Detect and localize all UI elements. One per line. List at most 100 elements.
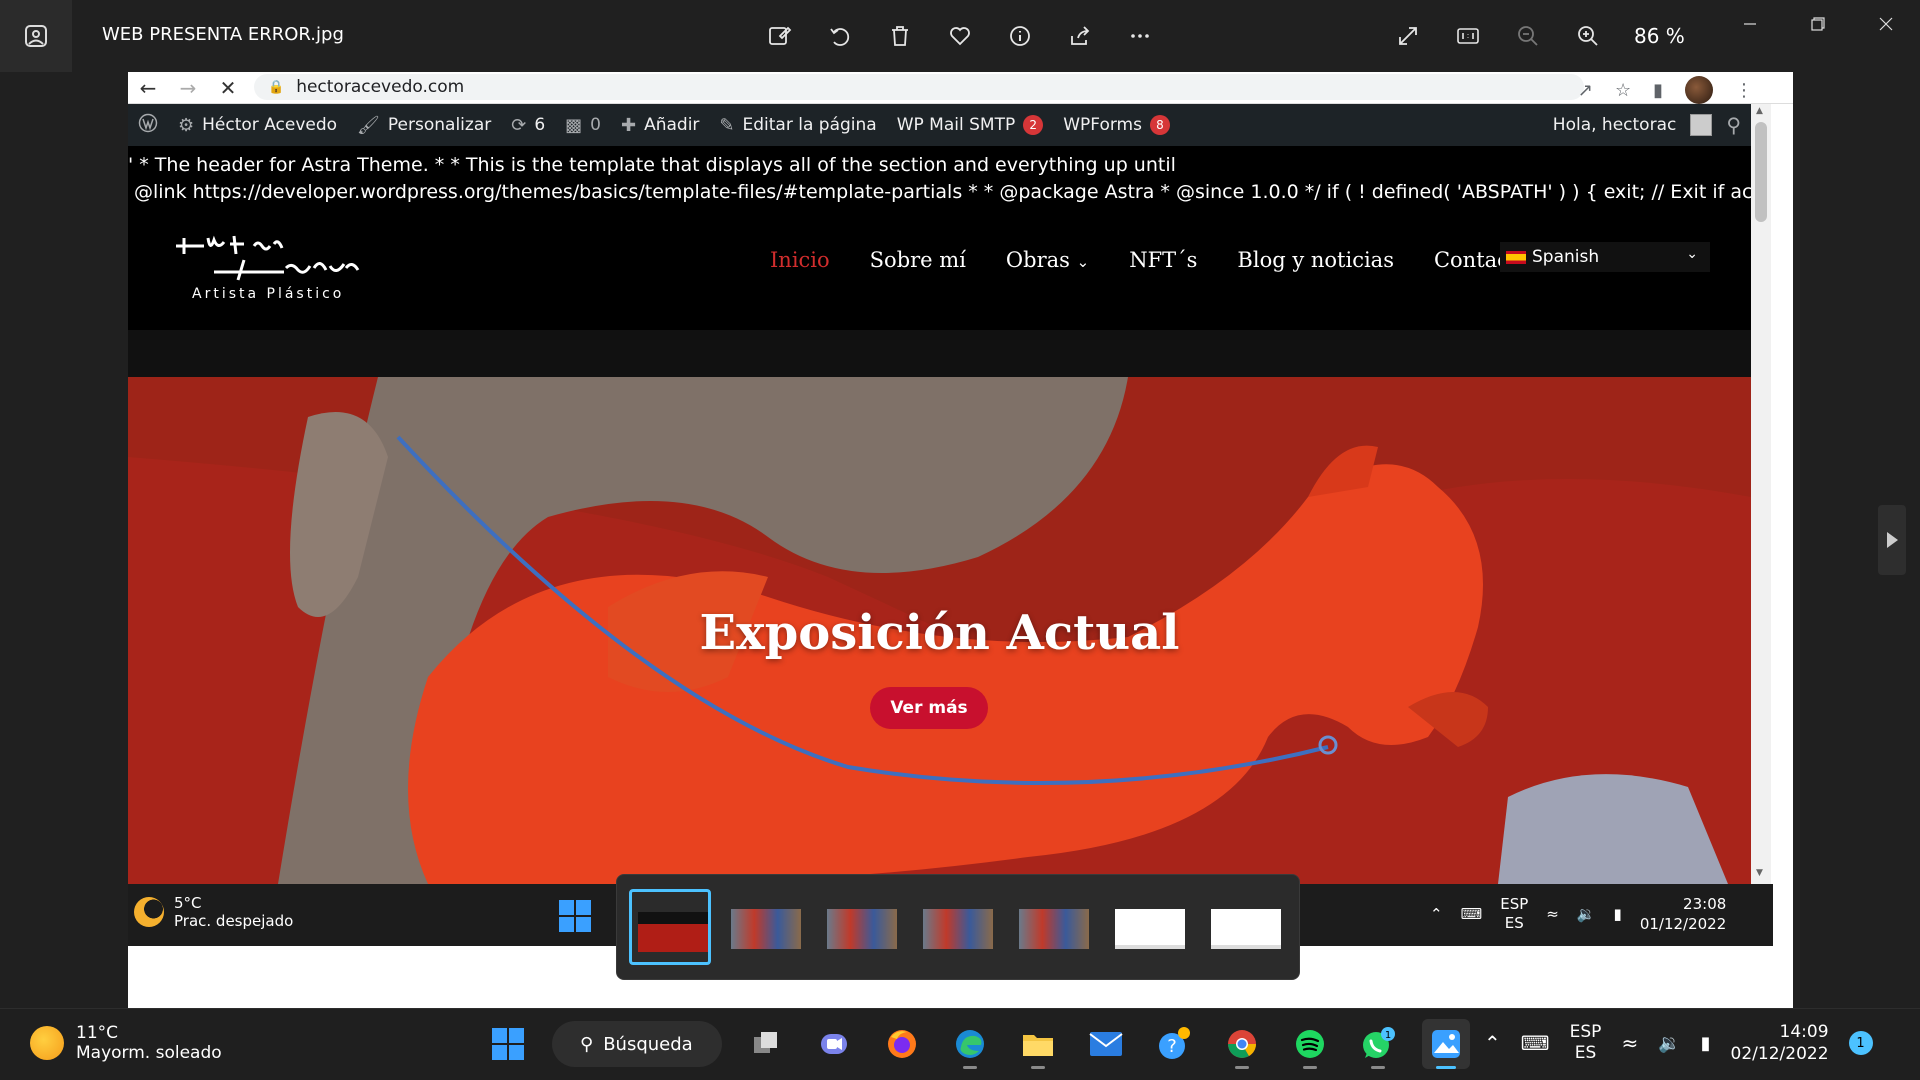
taskbar-apps: ⚲ Búsqueda ? 1 [484, 1019, 1470, 1069]
delete-icon[interactable] [880, 16, 920, 56]
bookmark-star-icon[interactable]: ☆ [1615, 80, 1631, 101]
actual-size-icon[interactable] [1448, 16, 1488, 56]
battery-icon[interactable]: ▮ [1701, 1033, 1711, 1054]
fullscreen-icon[interactable] [1388, 16, 1428, 56]
firefox-icon[interactable] [878, 1019, 926, 1069]
user-avatar[interactable] [1690, 114, 1713, 136]
language-indicator[interactable]: ESP ES [1570, 1022, 1602, 1064]
share-page-icon[interactable]: ↗ [1578, 80, 1593, 101]
taskbar-search[interactable]: ⚲ Búsqueda [552, 1021, 722, 1067]
whatsapp-icon[interactable]: 1 [1354, 1019, 1402, 1069]
adminbar-wp-mail-smtp[interactable]: WP Mail SMTP 2 [887, 104, 1054, 146]
system-clock[interactable]: 14:09 02/12/2022 [1731, 1021, 1829, 1065]
window-thumbnail[interactable] [1013, 889, 1095, 965]
adminbar-wpforms[interactable]: WPForms 8 [1053, 104, 1180, 146]
window-thumbnail[interactable] [917, 889, 999, 965]
address-bar[interactable]: 🔒 hectoracevedo.com [254, 74, 1584, 100]
close-button[interactable] [1852, 0, 1920, 48]
restore-button[interactable] [1784, 0, 1852, 48]
page-scrollbar[interactable]: ▲ ▼ [1751, 104, 1771, 884]
adminbar-search-icon[interactable]: ⚲ [1726, 113, 1741, 137]
favorite-heart-icon[interactable] [940, 16, 980, 56]
windows-taskbar: 11°C Mayorm. soleado ⚲ Búsqueda ? 1 ⌃ ⌨ … [0, 1008, 1920, 1080]
window-thumbnail[interactable] [725, 889, 807, 965]
inner-chevron-up-icon[interactable]: ⌃ [1430, 905, 1443, 923]
ver-mas-button[interactable]: Ver más [870, 687, 988, 729]
next-image-button[interactable] [1878, 505, 1906, 575]
scroll-down-icon[interactable]: ▼ [1756, 868, 1763, 878]
adminbar-add-new[interactable]: ✚ Añadir [611, 104, 709, 146]
forward-icon[interactable]: → [168, 76, 208, 100]
scroll-up-icon[interactable]: ▲ [1756, 106, 1763, 116]
inner-battery-icon[interactable]: ▮ [1614, 905, 1622, 923]
info-icon[interactable] [1000, 16, 1040, 56]
inner-weather-widget[interactable]: 5°C Prac. despejado [134, 894, 293, 930]
stop-loading-icon[interactable]: ✕ [208, 76, 248, 100]
zoom-in-icon[interactable] [1568, 16, 1608, 56]
menu-item-blog[interactable]: Blog y noticias [1237, 248, 1394, 272]
minimize-button[interactable] [1716, 0, 1784, 48]
wifi-icon[interactable]: ≈ [1621, 1031, 1638, 1055]
language-selector[interactable]: Spanish ⌄ [1500, 242, 1710, 272]
window-thumbnail[interactable] [629, 889, 711, 965]
weather-widget[interactable]: 11°C Mayorm. soleado [30, 1023, 222, 1063]
chevron-down-icon: ⌄ [1686, 246, 1698, 262]
volume-icon[interactable]: 🔉 [1658, 1033, 1680, 1054]
window-thumbnail[interactable] [1205, 889, 1287, 965]
adminbar-comments[interactable]: ▩ 0 [555, 104, 611, 146]
search-icon: ⚲ [580, 1033, 594, 1055]
menu-item-sobre-mi[interactable]: Sobre mí [870, 248, 966, 272]
adminbar-site-name[interactable]: ⚙ Héctor Acevedo [168, 104, 347, 146]
adminbar-customize[interactable]: 🖌 Personalizar [347, 104, 501, 146]
dashboard-icon: ⚙ [178, 114, 195, 136]
window-thumbnail[interactable] [821, 889, 903, 965]
menu-item-obras[interactable]: Obras ⌄ [1006, 248, 1089, 272]
back-icon[interactable]: ← [128, 76, 168, 100]
website-viewport: ⚙ Héctor Acevedo 🖌 Personalizar ⟳ 6 ▩ 0 … [128, 104, 1751, 884]
spain-flag-icon [1506, 250, 1526, 264]
hero-banner: Exposición Actual Ver más [128, 377, 1751, 884]
get-help-icon[interactable]: ? [1150, 1019, 1198, 1069]
inner-clock[interactable]: 23:08 01/12/2022 [1640, 894, 1726, 934]
menu-item-nfts[interactable]: NFT´s [1129, 248, 1197, 272]
windows-start-icon[interactable] [484, 1019, 532, 1069]
adminbar-updates[interactable]: ⟳ 6 [501, 104, 555, 146]
comment-icon: ▩ [565, 114, 583, 136]
profile-avatar[interactable] [1685, 76, 1713, 104]
more-options-icon[interactable] [1120, 16, 1160, 56]
chevron-down-icon: ⌄ [1076, 253, 1090, 271]
plus-icon: ✚ [621, 114, 637, 136]
chrome-menu-icon[interactable]: ⋮ [1735, 80, 1753, 101]
zoom-out-icon[interactable] [1508, 16, 1548, 56]
file-explorer-icon[interactable] [1014, 1019, 1062, 1069]
keyboard-icon[interactable]: ⌨ [1521, 1031, 1550, 1055]
wp-logo-item[interactable] [128, 104, 168, 146]
scroll-thumb[interactable] [1755, 122, 1767, 222]
edit-image-icon[interactable] [760, 16, 800, 56]
side-panel-icon[interactable]: ▮ [1653, 80, 1663, 101]
logo-subtitle: Artista Plástico [192, 286, 345, 302]
photo-viewer-titlebar: WEB PRESENTA ERROR.jpg 86 % [0, 0, 1920, 72]
wp-admin-bar: ⚙ Héctor Acevedo 🖌 Personalizar ⟳ 6 ▩ 0 … [128, 104, 1751, 146]
photos-app-taskbar-icon[interactable] [1422, 1019, 1470, 1069]
inner-windows-start-icon[interactable] [559, 900, 591, 932]
share-icon[interactable] [1060, 16, 1100, 56]
inner-volume-icon[interactable]: 🔉 [1577, 905, 1596, 923]
rotate-icon[interactable] [820, 16, 860, 56]
inner-language[interactable]: ESP ES [1500, 895, 1528, 933]
zoom-level[interactable]: 86 % [1634, 24, 1685, 48]
inner-keyboard-icon[interactable]: ⌨ [1461, 905, 1483, 923]
adminbar-greeting[interactable]: Hola, hectorac [1553, 115, 1677, 135]
menu-item-inicio[interactable]: Inicio [770, 248, 830, 272]
chevron-up-icon[interactable]: ⌃ [1484, 1031, 1501, 1055]
spotify-icon[interactable] [1286, 1019, 1334, 1069]
teams-chat-icon[interactable] [810, 1019, 858, 1069]
mail-icon[interactable] [1082, 1019, 1130, 1069]
edge-icon[interactable] [946, 1019, 994, 1069]
notification-badge[interactable]: 1 [1848, 1031, 1873, 1055]
window-thumbnail[interactable] [1109, 889, 1191, 965]
chrome-icon[interactable] [1218, 1019, 1266, 1069]
adminbar-edit-page[interactable]: ✎ Editar la página [709, 104, 886, 146]
task-view-icon[interactable] [742, 1019, 790, 1069]
inner-wifi-icon[interactable]: ≈ [1546, 905, 1559, 923]
